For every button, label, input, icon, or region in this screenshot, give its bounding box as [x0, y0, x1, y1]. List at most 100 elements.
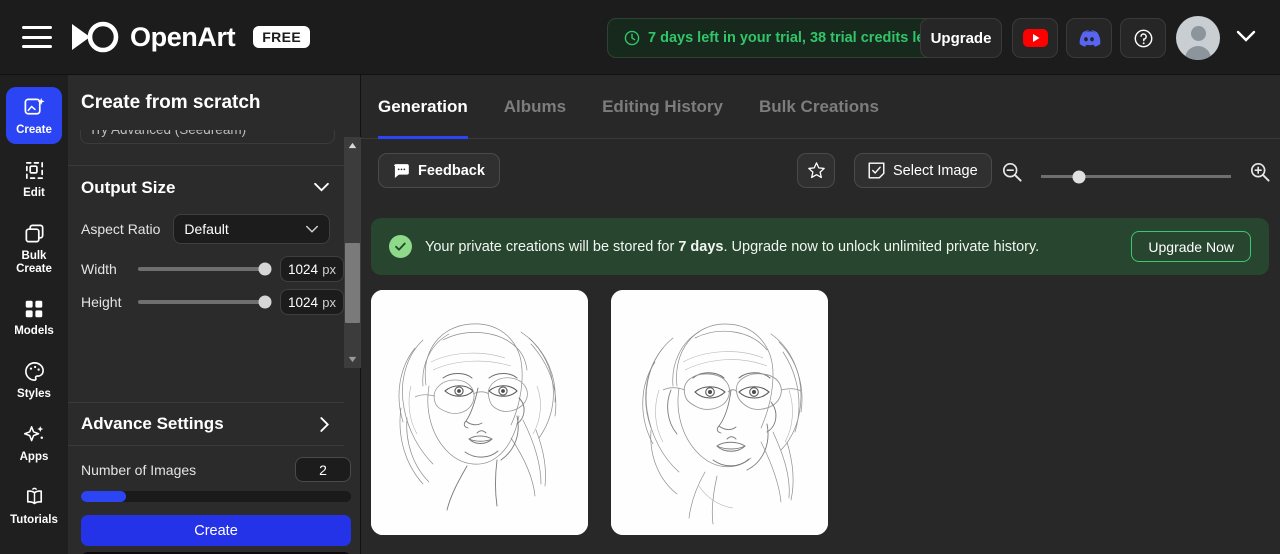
width-label: Width	[81, 261, 136, 277]
notice-text: Your private creations will be stored fo…	[425, 239, 1039, 255]
help-button[interactable]	[1120, 18, 1166, 58]
youtube-button[interactable]	[1012, 18, 1058, 58]
create-settings-panel: Create from scratch Try Advanced (Seedre…	[68, 75, 361, 554]
aspect-ratio-value: Default	[184, 221, 228, 237]
sketch-portrait-2	[611, 290, 828, 535]
width-value: 1024	[288, 262, 318, 277]
openart-infinity-icon	[68, 20, 120, 54]
aspect-ratio-label: Aspect Ratio	[81, 221, 160, 237]
width-row: Width 1024 px	[81, 256, 344, 282]
upgrade-button[interactable]: Upgrade	[920, 18, 1002, 58]
width-unit: px	[322, 262, 336, 277]
height-label: Height	[81, 294, 136, 310]
chevron-right-icon	[319, 416, 330, 433]
chevron-down-icon[interactable]	[1236, 30, 1256, 43]
sidebar-label-tutorials: Tutorials	[10, 514, 58, 527]
discord-icon	[1077, 29, 1101, 48]
top-header: OpenArt FREE 7 days left in your trial, …	[0, 0, 1280, 75]
upgrade-now-button[interactable]: Upgrade Now	[1131, 231, 1251, 262]
bulk-create-icon	[23, 222, 46, 245]
number-of-images-label: Number of Images	[81, 462, 196, 478]
width-input[interactable]: 1024 px	[280, 256, 344, 282]
sidebar-label-create: Create	[16, 124, 52, 137]
section-header-advance-settings[interactable]: Advance Settings	[68, 402, 344, 446]
select-image-button[interactable]: Select Image	[854, 153, 992, 188]
chevron-down-icon	[305, 225, 319, 234]
notice-prefix: Your private creations will be stored fo…	[425, 239, 678, 255]
sidebar-item-models[interactable]: Models	[6, 289, 62, 345]
width-slider[interactable]	[138, 267, 265, 271]
edit-icon	[23, 159, 46, 182]
scrollbar-down-arrow[interactable]	[344, 351, 361, 368]
scrollbar-thumb[interactable]	[345, 243, 360, 323]
sidebar-label-bulk-create: Bulk Create	[16, 250, 52, 276]
tab-editing-history[interactable]: Editing History	[602, 75, 723, 139]
panel-title: Create from scratch	[68, 75, 361, 130]
height-slider[interactable]	[138, 300, 265, 304]
height-slider-knob[interactable]	[259, 296, 272, 309]
clock-icon	[624, 30, 640, 46]
panel-scrollbar[interactable]	[344, 137, 361, 368]
tab-bulk-creations[interactable]: Bulk Creations	[759, 75, 879, 139]
avatar[interactable]	[1176, 16, 1220, 60]
sidebar-item-apps[interactable]: Apps	[6, 414, 62, 471]
sidebar-item-create[interactable]: Create	[6, 87, 62, 144]
sidebar-item-tutorials[interactable]: Tutorials	[6, 477, 62, 534]
create-button[interactable]: Create	[81, 515, 351, 546]
sketch-portrait-1	[371, 290, 588, 535]
aspect-ratio-row: Aspect Ratio Default	[81, 214, 330, 244]
select-image-icon	[868, 162, 885, 179]
check-icon	[394, 240, 407, 253]
height-row: Height 1024 px	[81, 289, 344, 315]
hamburger-menu-icon[interactable]	[22, 26, 52, 48]
number-of-images-row: Number of Images 2	[81, 457, 351, 482]
tutorials-icon	[23, 486, 46, 509]
aspect-ratio-select[interactable]: Default	[173, 214, 330, 244]
help-icon	[1133, 28, 1154, 49]
generated-sketch-portrait-1[interactable]	[371, 290, 588, 535]
private-history-notice: Your private creations will be stored fo…	[371, 218, 1269, 275]
panel-scroll-region: Try Advanced (Seedream) Output Size Aspe…	[68, 130, 361, 419]
create-icon	[23, 96, 46, 119]
zoom-slider-knob[interactable]	[1073, 170, 1086, 183]
number-of-images-input[interactable]: 2	[295, 457, 351, 482]
brand-name: OpenArt	[130, 22, 235, 53]
select-image-label: Select Image	[893, 163, 978, 179]
brand-logo[interactable]: OpenArt FREE	[68, 20, 310, 54]
triangle-down-icon	[348, 356, 357, 363]
notice-suffix: . Upgrade now to unlock unlimited privat…	[724, 239, 1040, 255]
sidebar-item-styles[interactable]: Styles	[6, 351, 62, 408]
discord-button[interactable]	[1066, 18, 1112, 58]
section-header-output-size[interactable]: Output Size	[68, 165, 344, 209]
zoom-slider[interactable]	[1041, 175, 1231, 178]
feedback-label: Feedback	[418, 163, 485, 179]
sidebar-item-edit[interactable]: Edit	[6, 150, 62, 207]
trial-status-pill[interactable]: 7 days left in your trial, 38 trial cred…	[607, 18, 973, 58]
favorites-button[interactable]	[797, 153, 835, 188]
generated-sketch-portrait-2[interactable]	[611, 290, 828, 535]
zoom-out-icon[interactable]	[1001, 161, 1023, 183]
triangle-up-icon	[348, 142, 357, 149]
models-icon	[23, 298, 45, 320]
styles-icon	[23, 360, 46, 383]
number-of-images-slider[interactable]	[81, 491, 351, 502]
sidebar-item-bulk-create[interactable]: Bulk Create	[6, 213, 62, 283]
sidebar-label-models: Models	[14, 325, 54, 338]
advance-settings-heading: Advance Settings	[81, 414, 224, 434]
width-slider-knob[interactable]	[259, 263, 272, 276]
notice-strong: 7 days	[678, 239, 723, 255]
feedback-button[interactable]: Feedback	[378, 153, 500, 188]
scrollbar-up-arrow[interactable]	[344, 137, 361, 154]
left-nav-rail: Create Edit Bulk Create Models S	[0, 75, 68, 554]
chevron-down-icon	[313, 182, 330, 193]
main-tabs: Generation Albums Editing History Bulk C…	[361, 75, 1280, 139]
tab-generation[interactable]: Generation	[378, 75, 468, 139]
trial-status-text: 7 days left in your trial, 38 trial cred…	[648, 30, 934, 46]
tab-albums[interactable]: Albums	[504, 75, 566, 139]
apps-icon	[23, 423, 46, 446]
star-icon	[807, 161, 826, 180]
sidebar-label-apps: Apps	[20, 451, 49, 464]
height-input[interactable]: 1024 px	[280, 289, 344, 315]
plan-badge: FREE	[253, 26, 310, 48]
zoom-in-icon[interactable]	[1249, 161, 1271, 183]
